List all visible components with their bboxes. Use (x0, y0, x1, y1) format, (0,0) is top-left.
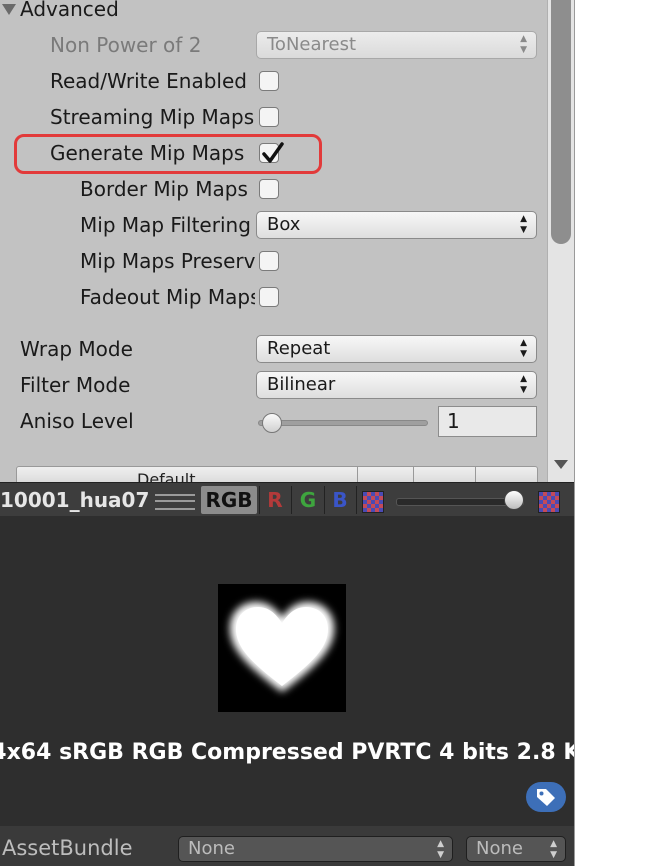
mip-level-slider-knob[interactable] (504, 490, 524, 510)
platform-tab-default[interactable]: Default (137, 470, 195, 482)
fadeout-mip-maps-checkbox[interactable] (259, 287, 279, 307)
texture-import-inspector: Advanced Non Power of 2 ToNearest ▲ ▼ Rea… (0, 0, 547, 482)
asset-bundle-name-value: None (188, 838, 235, 859)
drag-handle-icon[interactable] (155, 494, 195, 510)
heart-icon (230, 602, 334, 692)
mip-maps-preserve-checkbox[interactable] (259, 251, 279, 271)
updown-arrows-icon: ▲ ▼ (437, 839, 444, 860)
filter-mode-dropdown[interactable]: Bilinear ▲ ▼ (256, 371, 537, 399)
updown-arrows-icon: ▲ ▼ (520, 214, 527, 235)
preview-asset-name: 10001_hua07 (0, 488, 150, 512)
mip-maps-preserve-label: Mip Maps Preserve Coverage (80, 249, 255, 273)
toolbar-separator (324, 486, 325, 514)
scrollbar-thumb[interactable] (551, 0, 571, 244)
aniso-level-slider[interactable] (258, 420, 428, 426)
triangle-down-icon (2, 4, 16, 15)
fadeout-mip-maps-label: Fadeout Mip Maps (80, 285, 255, 309)
read-write-label: Read/Write Enabled (50, 69, 247, 93)
toolbar-separator (356, 486, 357, 514)
mip-map-filtering-label: Mip Map Filtering (80, 213, 251, 237)
border-mip-maps-label: Border Mip Maps (80, 177, 248, 201)
updown-arrows-icon: ▲ ▼ (520, 374, 527, 395)
aniso-level-slider-knob[interactable] (262, 413, 282, 433)
highlight-box (14, 134, 322, 174)
aniso-level-label: Aniso Level (20, 409, 134, 433)
asset-bundle-variant-dropdown[interactable]: None ▲ ▼ (466, 836, 566, 862)
tag-icon (537, 789, 555, 806)
non-power-of-2-label: Non Power of 2 (50, 33, 202, 57)
non-power-of-2-dropdown[interactable]: ToNearest ▲ ▼ (256, 31, 537, 59)
updown-arrows-icon: ▲ ▼ (520, 34, 527, 55)
alpha-toggle-icon[interactable] (362, 491, 384, 513)
mip-preview-icon (538, 491, 560, 513)
toolbar-separator (291, 486, 292, 514)
scroll-down-arrow-icon[interactable] (554, 460, 568, 469)
channel-rgb-button[interactable]: RGB (201, 486, 257, 514)
streaming-mip-maps-label: Streaming Mip Maps (50, 105, 255, 129)
asset-bundle-label: AssetBundle (2, 836, 133, 860)
advanced-foldout[interactable]: Advanced (0, 0, 200, 23)
asset-bundle-variant-value: None (476, 838, 523, 859)
asset-bundle-bar: AssetBundle None ▲ ▼ None ▲ ▼ (0, 826, 574, 866)
filter-mode-label: Filter Mode (20, 373, 131, 397)
toolbar-separator (259, 486, 260, 514)
updown-arrows-icon: ▲ ▼ (520, 338, 527, 359)
texture-info: 64x64 sRGB RGB Compressed PVRTC 4 bits 2… (0, 740, 574, 765)
texture-image (218, 584, 346, 712)
asset-bundle-name-dropdown[interactable]: None ▲ ▼ (178, 836, 453, 862)
platform-tab-android[interactable] (475, 467, 538, 482)
updown-arrows-icon: ▲ ▼ (550, 839, 557, 860)
filter-mode-value: Bilinear (267, 374, 336, 395)
channel-r-button[interactable]: R (262, 486, 288, 514)
channel-b-button[interactable]: B (327, 486, 353, 514)
read-write-checkbox[interactable] (259, 71, 279, 91)
platform-tab-standalone[interactable] (357, 467, 414, 482)
channel-g-button[interactable]: G (294, 486, 322, 514)
advanced-section-title: Advanced (20, 0, 119, 21)
label-tag-button[interactable] (526, 782, 566, 812)
preview-toolbar: 10001_hua07 RGB R G B (0, 482, 574, 518)
aniso-level-field[interactable]: 1 (438, 406, 537, 437)
mip-map-filtering-value: Box (267, 214, 301, 235)
wrap-mode-label: Wrap Mode (20, 337, 133, 361)
wrap-mode-value: Repeat (267, 338, 331, 359)
mip-map-filtering-dropdown[interactable]: Box ▲ ▼ (256, 211, 537, 239)
inspector-scrollbar[interactable] (547, 0, 575, 482)
texture-preview: 64x64 sRGB RGB Compressed PVRTC 4 bits 2… (0, 516, 574, 866)
wrap-mode-dropdown[interactable]: Repeat ▲ ▼ (256, 335, 537, 363)
non-power-of-2-value: ToNearest (267, 34, 357, 55)
platform-tab-ios[interactable] (413, 467, 476, 482)
window-edge (574, 0, 662, 866)
streaming-mip-maps-checkbox[interactable] (259, 107, 279, 127)
border-mip-maps-checkbox[interactable] (259, 179, 279, 199)
platform-tabs: Default (16, 466, 538, 482)
